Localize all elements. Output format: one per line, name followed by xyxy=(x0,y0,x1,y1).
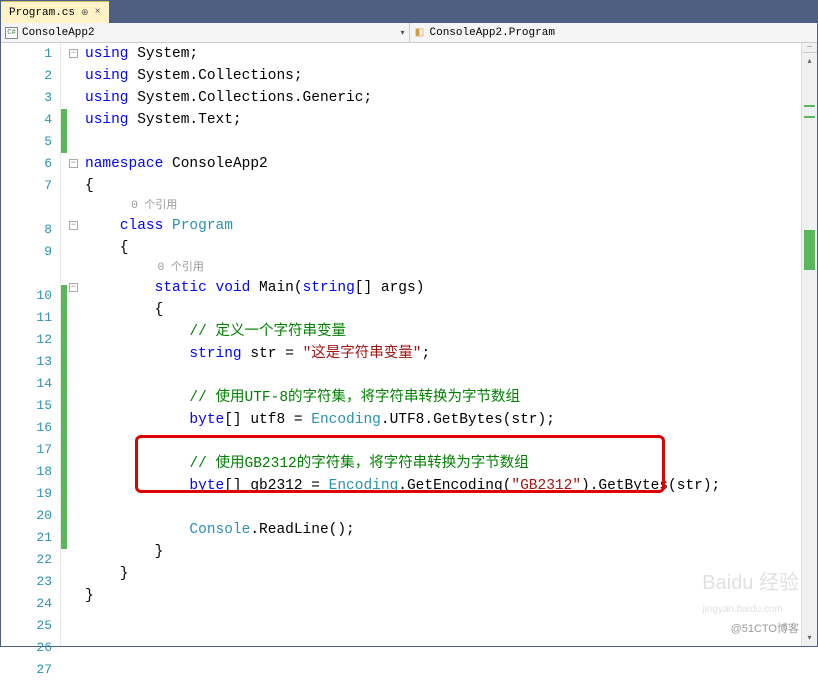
fold-toggle[interactable]: − xyxy=(69,283,78,292)
watermark-attribution: @51CTO博客 xyxy=(731,620,799,636)
vertical-scrollbar[interactable]: ─ ▴ ▾ xyxy=(801,43,817,646)
code-editor[interactable]: 12345 6789 10111213 1415161718 192021222… xyxy=(1,43,817,646)
fold-column: − − − − xyxy=(67,43,85,646)
tab-bar: Program.cs ⊕ × xyxy=(1,1,817,23)
nav-member-text: ConsoleApp2.Program xyxy=(430,27,555,39)
split-handle[interactable]: ─ xyxy=(802,43,817,53)
nav-member-dropdown[interactable]: ◧ ConsoleApp2.Program xyxy=(410,23,818,42)
pin-icon[interactable]: ⊕ xyxy=(81,8,89,18)
fold-toggle[interactable]: − xyxy=(69,49,78,58)
watermark: Baidu 经验 jingyan.baidu.com xyxy=(702,566,799,618)
nav-scope-text: ConsoleApp2 xyxy=(22,27,95,39)
scroll-down-icon[interactable]: ▾ xyxy=(802,630,817,646)
fold-toggle[interactable]: − xyxy=(69,159,78,168)
file-tab[interactable]: Program.cs ⊕ × xyxy=(1,1,109,23)
navigation-bar: C# ConsoleApp2 ▾ ◧ ConsoleApp2.Program xyxy=(1,23,817,43)
class-icon: ◧ xyxy=(414,27,426,39)
codelens-refs[interactable]: 0 个引用 xyxy=(131,200,177,212)
chevron-down-icon: ▾ xyxy=(400,28,404,38)
nav-scope-dropdown[interactable]: C# ConsoleApp2 ▾ xyxy=(1,23,410,42)
csharp-icon: C# xyxy=(5,27,18,39)
tab-filename: Program.cs xyxy=(9,7,75,19)
line-number-gutter: 12345 6789 10111213 1415161718 192021222… xyxy=(1,43,61,646)
codelens-refs[interactable]: 0 个引用 xyxy=(158,262,204,274)
close-icon[interactable]: × xyxy=(95,7,101,18)
code-area[interactable]: using System; using System.Collections; … xyxy=(85,43,801,646)
fold-toggle[interactable]: − xyxy=(69,221,78,230)
